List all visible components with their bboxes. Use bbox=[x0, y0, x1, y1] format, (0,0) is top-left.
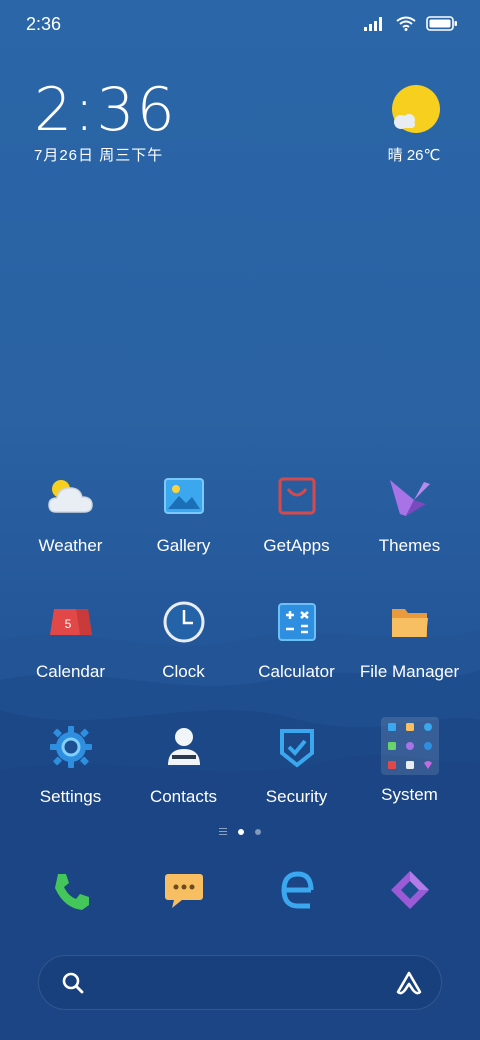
security-icon bbox=[271, 721, 323, 773]
app-file-manager[interactable]: File Manager bbox=[353, 596, 466, 682]
contacts-icon bbox=[158, 721, 210, 773]
gallery-icon bbox=[158, 470, 210, 522]
phone-icon bbox=[54, 874, 89, 910]
dock-messages[interactable] bbox=[127, 868, 240, 910]
clock-widget[interactable]: 2:36 7月26日 周三下午 bbox=[34, 78, 177, 165]
clock-icon bbox=[158, 596, 210, 648]
weather-icon bbox=[45, 470, 97, 522]
calculator-icon bbox=[271, 596, 323, 648]
menu-lines-icon[interactable] bbox=[219, 828, 227, 835]
app-label: Calculator bbox=[258, 662, 335, 681]
app-gallery[interactable]: Gallery bbox=[127, 470, 240, 556]
app-label: Gallery bbox=[156, 536, 211, 555]
app-clock[interactable]: Clock bbox=[127, 596, 240, 682]
status-time: 2:36 bbox=[26, 14, 62, 34]
status-bar: 2:36 bbox=[0, 0, 480, 50]
weather-condition: 晴 bbox=[387, 147, 403, 164]
widget-time: 2:36 bbox=[34, 75, 177, 145]
app-settings[interactable]: Settings bbox=[14, 721, 127, 807]
calendar-badge: 5 bbox=[64, 617, 71, 631]
app-label: Weather bbox=[38, 536, 103, 555]
widget-date: 7月26日 周三下午 bbox=[34, 147, 164, 164]
search-bar[interactable] bbox=[38, 955, 442, 1010]
sunny-icon bbox=[388, 84, 440, 136]
dock-browser[interactable] bbox=[240, 868, 353, 912]
app-label: Settings bbox=[39, 787, 102, 806]
search-icon[interactable] bbox=[61, 971, 85, 995]
weather-temperature: 26℃ bbox=[406, 147, 441, 164]
app-label: File Manager bbox=[359, 662, 460, 681]
app-label: Contacts bbox=[149, 787, 218, 806]
app-label: System bbox=[381, 785, 438, 804]
app-security[interactable]: Security bbox=[240, 721, 353, 807]
wifi-icon bbox=[396, 16, 416, 31]
messages-icon bbox=[164, 874, 203, 908]
app-label: Themes bbox=[378, 536, 441, 555]
app-calculator[interactable]: Calculator bbox=[240, 596, 353, 682]
calendar-icon: 5 bbox=[45, 596, 97, 648]
weather-widget[interactable]: 晴 26℃ bbox=[384, 84, 444, 165]
app-system-folder[interactable]: System bbox=[353, 717, 466, 805]
app-label: GetApps bbox=[263, 536, 330, 555]
app-weather[interactable]: Weather bbox=[14, 470, 127, 556]
page-indicator[interactable] bbox=[0, 828, 480, 835]
app-label: Clock bbox=[162, 662, 205, 681]
app-contacts[interactable]: Contacts bbox=[127, 721, 240, 807]
battery-icon bbox=[426, 16, 457, 31]
settings-icon bbox=[45, 721, 97, 773]
themes-icon bbox=[384, 470, 436, 522]
app-label: Calendar bbox=[36, 662, 105, 681]
app-themes[interactable]: Themes bbox=[353, 470, 466, 556]
app-store-icon bbox=[390, 871, 429, 909]
dock-app-store[interactable] bbox=[353, 868, 466, 912]
browser-icon bbox=[281, 871, 313, 909]
page-dot-2[interactable] bbox=[255, 828, 261, 835]
app-getapps[interactable]: GetApps bbox=[240, 470, 353, 556]
getapps-icon bbox=[271, 470, 323, 522]
file-manager-icon bbox=[384, 596, 436, 648]
app-calendar[interactable]: 5 Calendar bbox=[14, 596, 127, 682]
system-folder-icon bbox=[380, 717, 439, 775]
assistant-icon[interactable] bbox=[395, 969, 423, 997]
dock-phone[interactable] bbox=[14, 868, 127, 914]
signal-icon bbox=[364, 16, 382, 31]
page-dot-1[interactable] bbox=[238, 828, 244, 835]
app-label: Security bbox=[265, 787, 328, 806]
